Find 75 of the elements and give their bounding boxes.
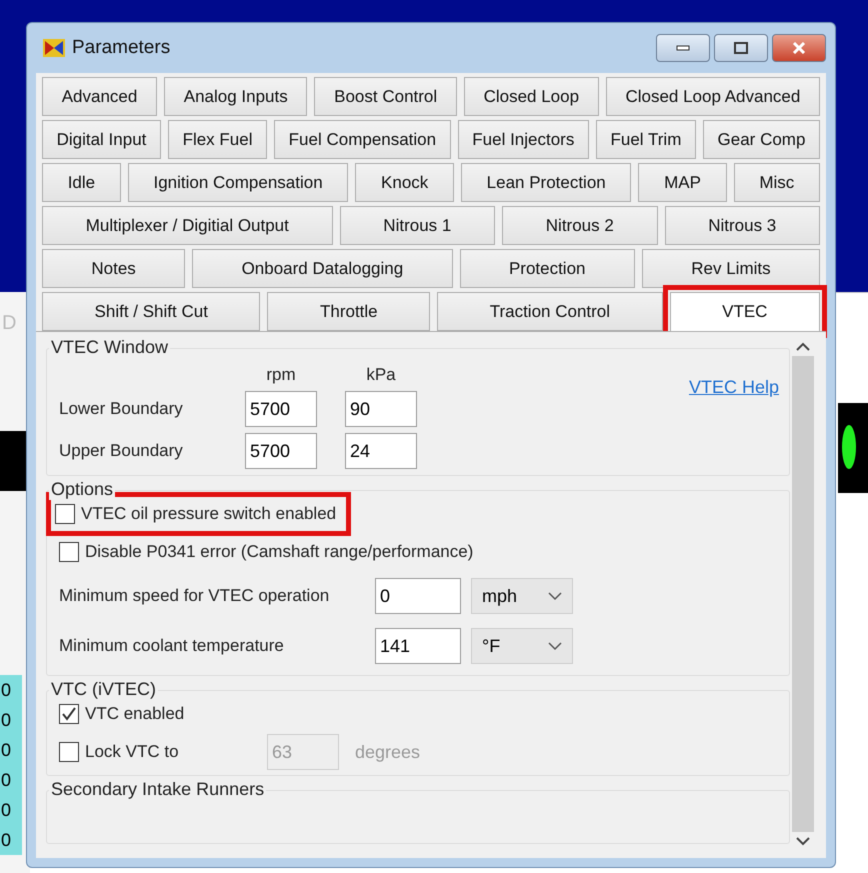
checkbox[interactable] xyxy=(59,542,79,562)
input-field[interactable]: 24 xyxy=(345,433,417,469)
tab[interactable]: Flex Fuel xyxy=(168,120,268,159)
help-link[interactable]: VTEC Help xyxy=(688,377,779,398)
unit-dropdown[interactable]: °F xyxy=(471,628,573,664)
scroll-up-icon xyxy=(795,342,811,352)
tab[interactable]: Multiplexer / Digitial Output xyxy=(42,206,333,245)
tab[interactable]: Knock xyxy=(355,163,454,202)
checkbox[interactable] xyxy=(55,504,75,524)
window-title: Parameters xyxy=(72,37,170,59)
column-header: rpm xyxy=(265,365,297,385)
tab[interactable]: Advanced xyxy=(42,77,158,116)
input-field[interactable]: 5700 xyxy=(245,433,317,469)
group-title: VTC (iVTEC) xyxy=(49,679,158,700)
tab[interactable]: Idle xyxy=(42,163,121,202)
tab[interactable]: Rev Limits xyxy=(642,249,820,288)
unit-label: degrees xyxy=(355,742,420,762)
tab[interactable]: Nitrous 2 xyxy=(502,206,658,245)
group-title: Options xyxy=(49,479,116,500)
input-field[interactable]: 90 xyxy=(345,391,417,427)
tab[interactable]: Traction Control xyxy=(437,292,663,331)
field-label: Minimum speed for VTEC operation xyxy=(59,586,330,606)
tab[interactable]: Gear Comp xyxy=(702,120,820,159)
tab[interactable]: Nitrous 1 xyxy=(340,206,496,245)
unit-dropdown[interactable]: mph xyxy=(471,578,573,614)
maximize-button[interactable] xyxy=(714,34,768,62)
table-cell-text: 0 xyxy=(0,739,12,762)
app-icon xyxy=(42,37,66,59)
field-label: Upper Boundary xyxy=(59,441,184,461)
input-field[interactable]: 5700 xyxy=(245,391,317,427)
tab[interactable]: Fuel Trim xyxy=(596,120,696,159)
tab[interactable]: MAP xyxy=(638,163,727,202)
close-icon xyxy=(792,42,806,54)
checkbox[interactable] xyxy=(59,742,79,762)
table-cell-text: 0 xyxy=(0,829,12,852)
minimize-icon xyxy=(676,45,690,51)
group-title: Secondary Intake Runners xyxy=(49,779,266,800)
tab[interactable]: Onboard Datalogging xyxy=(192,249,453,288)
chevron-down-icon xyxy=(548,642,562,650)
input-field[interactable]: 141 xyxy=(375,628,461,664)
column-header: kPa xyxy=(365,365,397,385)
tab[interactable]: Nitrous 3 xyxy=(664,206,820,245)
close-button[interactable] xyxy=(772,34,826,62)
tab[interactable]: Closed Loop Advanced xyxy=(606,77,820,116)
field-label: Lower Boundary xyxy=(59,399,184,419)
checkbox-label: Lock VTC to xyxy=(85,742,180,762)
chevron-down-icon xyxy=(548,592,562,600)
background-text: D xyxy=(2,312,16,335)
input-field[interactable]: 0 xyxy=(375,578,461,614)
tab[interactable]: Notes xyxy=(42,249,186,288)
checkbox-label: VTEC oil pressure switch enabled xyxy=(81,504,336,524)
tab[interactable]: Digital Input xyxy=(42,120,161,159)
tab[interactable]: Fuel Compensation xyxy=(274,120,451,159)
checkbox-label: Disable P0341 error (Camshaft range/performance) xyxy=(85,542,474,562)
tab[interactable]: Fuel Injectors xyxy=(458,120,589,159)
tab[interactable]: Analog Inputs xyxy=(164,77,308,116)
tab[interactable]: Protection xyxy=(460,249,635,288)
status-light-icon xyxy=(842,425,856,469)
table-cell-text: 0 xyxy=(0,799,12,822)
table-cell-text: 0 xyxy=(0,679,12,702)
tab[interactable]: Misc xyxy=(734,163,820,202)
minimize-button[interactable] xyxy=(656,34,710,62)
tab[interactable]: Shift / Shift Cut xyxy=(42,292,260,331)
checkbox[interactable] xyxy=(59,704,79,724)
table-cell-text: 0 xyxy=(0,769,12,792)
field-label: Minimum coolant temperature xyxy=(59,636,285,656)
table-cell-text: 0 xyxy=(0,709,12,732)
maximize-icon xyxy=(734,42,748,54)
checkbox-label: VTC enabled xyxy=(85,704,184,724)
tab[interactable]: Boost Control xyxy=(314,77,457,116)
tab[interactable]: Ignition Compensation xyxy=(128,163,348,202)
tab[interactable]: Lean Protection xyxy=(460,163,632,202)
scroll-down-icon xyxy=(795,836,811,846)
tab[interactable]: Throttle xyxy=(267,292,430,331)
tab[interactable]: Closed Loop xyxy=(464,77,599,116)
